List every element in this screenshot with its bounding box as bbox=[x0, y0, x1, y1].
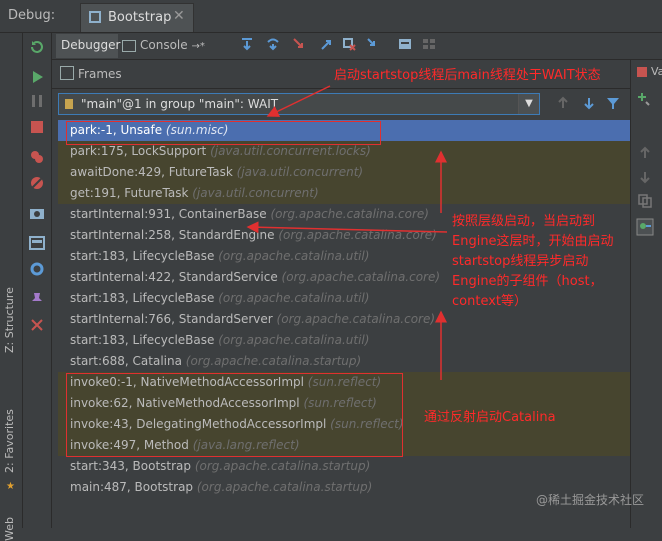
frame-method: start:688, Catalina bbox=[70, 354, 182, 368]
right-tool-strip: Va bbox=[630, 60, 662, 528]
camera-icon[interactable] bbox=[29, 205, 45, 221]
console-icon bbox=[122, 39, 136, 52]
frame-package: (org.apache.catalina.util) bbox=[218, 249, 370, 263]
frame-package: (java.util.concurrent) bbox=[192, 186, 319, 200]
arrow-up-icon[interactable] bbox=[556, 96, 570, 110]
filter-icon[interactable] bbox=[606, 96, 620, 110]
console-suffix: →* bbox=[191, 41, 205, 52]
tab-debugger-label: Debugger bbox=[61, 38, 121, 52]
step-over-icon[interactable] bbox=[266, 37, 280, 51]
frames-title: Frames bbox=[78, 67, 122, 81]
frame-method: startInternal:258, StandardEngine bbox=[70, 228, 275, 242]
chevron-down-icon[interactable]: ▼ bbox=[518, 94, 539, 114]
run-to-cursor-icon[interactable] bbox=[366, 37, 380, 51]
trace-icon[interactable] bbox=[422, 37, 436, 51]
evaluate-icon[interactable] bbox=[398, 37, 412, 51]
stack-frame-row[interactable]: get:191, FutureTask (java.util.concurren… bbox=[58, 183, 630, 204]
close-icon[interactable]: ✕ bbox=[173, 8, 185, 24]
frame-method: start:183, LifecycleBase bbox=[70, 291, 215, 305]
stop-icon[interactable] bbox=[29, 119, 45, 135]
resume-icon[interactable] bbox=[29, 69, 45, 85]
frame-package: (org.apache.catalina.startup) bbox=[194, 459, 371, 473]
frame-method: get:191, FutureTask bbox=[70, 186, 189, 200]
tab-console-label: Console bbox=[140, 38, 188, 52]
variables-label: Va bbox=[651, 65, 662, 78]
variables-icon bbox=[637, 67, 647, 77]
frames-icon bbox=[60, 66, 74, 80]
frame-package: (org.apache.catalina.startup) bbox=[196, 480, 373, 494]
frame-method: park:175, LockSupport bbox=[70, 144, 207, 158]
frame-package: (java.util.concurrent) bbox=[236, 165, 364, 179]
settings-icon[interactable] bbox=[29, 261, 45, 277]
stack-frame-row[interactable]: start:343, Bootstrap (org.apache.catalin… bbox=[58, 456, 630, 477]
run-config-icon bbox=[89, 11, 101, 23]
left-tool-strip: Z: Structure 2: Favorites Web ★ bbox=[0, 33, 23, 541]
stack-frame-row[interactable]: startInternal:766, StandardServer (org.a… bbox=[58, 309, 630, 330]
stack-frame-row[interactable]: awaitDone:429, FutureTask (java.util.con… bbox=[58, 162, 630, 183]
debug-title: Debug: bbox=[8, 8, 56, 23]
mute-breakpoints-icon[interactable] bbox=[29, 175, 45, 191]
frame-method: start:183, LifecycleBase bbox=[70, 249, 215, 263]
frame-method: start:183, LifecycleBase bbox=[70, 333, 215, 347]
favorites-tool-label[interactable]: 2: Favorites bbox=[3, 409, 16, 473]
tab-bootstrap-label: Bootstrap bbox=[108, 10, 172, 25]
thread-dropdown[interactable]: "main"@1 in group "main": WAIT ▼ bbox=[58, 93, 540, 115]
frame-method: startInternal:422, StandardService bbox=[70, 270, 278, 284]
frame-package: (org.apache.catalina.core) bbox=[270, 207, 429, 221]
stack-frame-row[interactable]: start:183, LifecycleBase (org.apache.cat… bbox=[58, 330, 630, 351]
structure-tool-label[interactable]: Z: Structure bbox=[3, 287, 16, 353]
arrow-down-icon[interactable] bbox=[582, 96, 596, 110]
highlight-box-reflection bbox=[66, 373, 403, 457]
show-execution-point-icon[interactable] bbox=[240, 37, 254, 51]
frame-method: start:343, Bootstrap bbox=[70, 459, 192, 473]
thread-icon bbox=[65, 99, 73, 109]
tab-bootstrap[interactable]: Bootstrap ✕ bbox=[80, 3, 194, 32]
web-tool-label[interactable]: Web bbox=[3, 517, 16, 541]
frame-method: startInternal:766, StandardServer bbox=[70, 312, 273, 326]
watches-icon[interactable] bbox=[636, 218, 654, 236]
drop-frame-icon[interactable] bbox=[342, 37, 356, 51]
frame-package: (org.apache.catalina.core) bbox=[281, 270, 441, 284]
frame-method: startInternal:931, ContainerBase bbox=[70, 207, 267, 221]
frame-package: (org.apache.catalina.startup) bbox=[185, 354, 362, 368]
tab-debugger[interactable]: Debugger bbox=[56, 34, 121, 58]
frame-method: main:487, Bootstrap bbox=[70, 480, 194, 494]
step-into-icon[interactable] bbox=[292, 37, 306, 51]
annotation-top: 启动startstop线程后main线程处于WAIT状态 bbox=[334, 68, 601, 83]
frame-package: (org.apache.catalina.core) bbox=[276, 312, 436, 326]
frame-list: park:-1, Unsafe (sun.misc) park:175, Lock… bbox=[58, 120, 630, 520]
add-watch-icon[interactable] bbox=[637, 92, 651, 106]
frame-package: (org.apache.catalina.util) bbox=[218, 291, 370, 305]
frame-package: (org.apache.catalina.core) bbox=[278, 228, 437, 242]
watermark: @稀土掘金技术社区 bbox=[535, 493, 644, 507]
thread-label: "main"@1 in group "main": WAIT bbox=[81, 97, 279, 111]
annotation-bottom: 通过反射启动Catalina bbox=[424, 410, 556, 425]
star-icon: ★ bbox=[6, 481, 15, 492]
step-out-icon[interactable] bbox=[318, 37, 332, 51]
stack-frame-row[interactable]: start:688, Catalina (org.apache.catalina… bbox=[58, 351, 630, 372]
frame-package: (java.util.concurrent.locks) bbox=[210, 144, 371, 158]
pin-icon[interactable] bbox=[29, 291, 45, 307]
highlight-box-park bbox=[66, 121, 381, 145]
rerun-icon[interactable] bbox=[29, 39, 45, 55]
close-panel-icon[interactable] bbox=[29, 317, 45, 333]
frame-package: (org.apache.catalina.util) bbox=[218, 333, 370, 347]
annotation-middle: 按照层级启动，当启动到Engine这层时，开始由启动startstop线程异步启… bbox=[452, 214, 614, 309]
copy-icon[interactable] bbox=[638, 194, 652, 208]
pause-icon[interactable] bbox=[29, 93, 45, 109]
layout-icon[interactable] bbox=[29, 235, 45, 251]
view-breakpoints-icon[interactable] bbox=[29, 149, 45, 165]
down-icon[interactable] bbox=[639, 170, 651, 184]
tab-console[interactable]: Console →* bbox=[122, 38, 205, 52]
frame-method: awaitDone:429, FutureTask bbox=[70, 165, 233, 179]
debug-actions-strip bbox=[23, 33, 52, 528]
up-icon[interactable] bbox=[639, 146, 651, 160]
